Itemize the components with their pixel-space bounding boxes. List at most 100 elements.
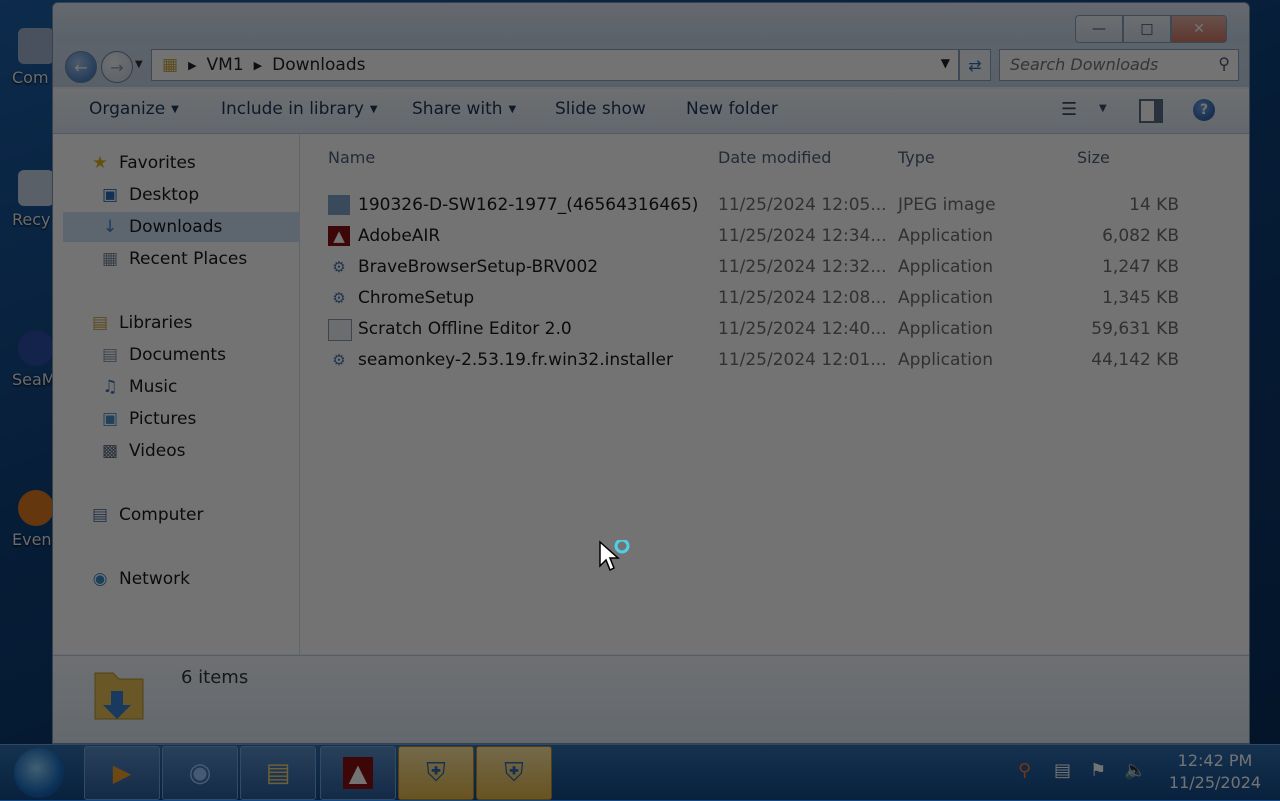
file-type: Application [898, 226, 993, 246]
file-row[interactable]: ⚙ BraveBrowserSetup-BRV002 11/25/2024 12… [300, 251, 1249, 282]
close-icon: ✕ [1193, 21, 1205, 37]
nav-recent-places-label: Recent Places [129, 249, 248, 269]
share-with-menu[interactable]: Share with ▼ [412, 99, 516, 119]
file-row[interactable]: 190326-D-SW162-1977_(46564316465) 11/25/… [300, 189, 1249, 220]
chevron-down-icon: ▼ [171, 104, 179, 115]
desktop-icon-label: Recy [12, 210, 51, 229]
nav-music[interactable]: ♫ Music [99, 372, 177, 402]
desktop-icon-computer[interactable]: Com [0, 28, 60, 98]
breadcrumb-chevron-icon[interactable]: ▶ [254, 59, 262, 72]
action-center-flag-icon[interactable]: ⚑ [1090, 760, 1106, 781]
nav-pictures-label: Pictures [129, 409, 197, 429]
breadcrumb-vm1[interactable]: VM1 [207, 55, 244, 75]
nav-computer-label: Computer [119, 505, 204, 525]
breadcrumb-chevron-icon[interactable]: ▶ [188, 59, 196, 72]
navigation-pane: ★ Favorites ▣ Desktop ↓ Downloads ▦ Recent P… [53, 134, 300, 654]
application-icon [328, 319, 352, 341]
column-header-type[interactable]: Type [898, 148, 935, 167]
nav-downloads[interactable]: ↓ Downloads [63, 212, 299, 242]
nav-music-label: Music [129, 377, 178, 397]
search-icon[interactable]: ⚲ [1218, 54, 1230, 73]
share-with-label: Share with [412, 99, 503, 119]
clock-date: 11/25/2024 [1168, 773, 1262, 792]
minimize-button[interactable]: — [1075, 15, 1123, 43]
desktop-icon-events[interactable]: Even [0, 490, 60, 560]
libraries-icon: ▤ [91, 313, 109, 333]
busy-cursor-icon [599, 540, 630, 572]
file-row[interactable]: Scratch Offline Editor 2.0 11/25/2024 12… [300, 313, 1249, 344]
recent-pages-dropdown[interactable]: ▼ [135, 59, 143, 70]
nav-network-label: Network [119, 569, 190, 589]
file-type: Application [898, 288, 993, 308]
folder-icon: ▤ [265, 758, 291, 788]
back-arrow-icon: ← [74, 57, 88, 77]
file-type: Application [898, 350, 993, 370]
videos-icon: ▩ [101, 441, 119, 461]
volume-muted-icon[interactable]: 🔈 [1124, 760, 1146, 781]
help-icon[interactable]: ? [1193, 99, 1215, 121]
clock-time: 12:42 PM [1177, 751, 1253, 770]
search-input[interactable] [1000, 50, 1210, 78]
include-in-library-menu[interactable]: Include in library ▼ [221, 99, 378, 119]
desktop-icon: ▣ [101, 185, 119, 205]
column-header-size[interactable]: Size [1077, 148, 1110, 167]
column-header-name[interactable]: Name [328, 148, 375, 167]
title-bar[interactable]: — □ ✕ [53, 3, 1249, 43]
music-icon: ♫ [102, 377, 118, 397]
taskbar-installer-2[interactable]: ⛨ [476, 746, 552, 800]
desktop-icon-label: SeaM [12, 370, 56, 389]
file-name: seamonkey-2.53.19.fr.win32.installer [358, 350, 673, 370]
recycle-bin-icon [18, 170, 54, 206]
refresh-button[interactable]: ⇄ [959, 49, 991, 81]
file-row[interactable]: ▲ AdobeAIR 11/25/2024 12:34... Applicati… [300, 220, 1249, 251]
nav-desktop-label: Desktop [129, 185, 200, 205]
file-size: 1,345 KB [1102, 288, 1179, 308]
organize-menu[interactable]: Organize ▼ [89, 99, 179, 119]
computer-icon [18, 28, 54, 64]
explorer-window: — □ ✕ ← → ▼ ▦ ▶ VM1 ▶ Downloads ▼ ⇄ ⚲ Or… [52, 2, 1250, 744]
nav-libraries[interactable]: ▤ Libraries [89, 308, 192, 338]
network-tray-icon[interactable]: ▤ [1054, 760, 1071, 781]
start-button[interactable] [14, 748, 64, 798]
taskbar-explorer[interactable]: ▤ [240, 746, 316, 800]
file-type: Application [898, 257, 993, 277]
close-button[interactable]: ✕ [1171, 15, 1227, 43]
nav-desktop[interactable]: ▣ Desktop [99, 180, 199, 210]
slide-show-button[interactable]: Slide show [555, 99, 646, 119]
nav-network[interactable]: ◉ Network [89, 564, 190, 594]
new-folder-button[interactable]: New folder [686, 99, 778, 119]
taskbar-media-player[interactable]: ▶ [84, 746, 160, 800]
taskbar-installer-1[interactable]: ⛨ [398, 746, 474, 800]
file-row[interactable]: ⚙ ChromeSetup 11/25/2024 12:08... Applic… [300, 282, 1249, 313]
nav-videos[interactable]: ▩ Videos [99, 436, 186, 466]
maximize-button[interactable]: □ [1123, 15, 1171, 43]
taskbar-adobe-air[interactable]: ▲ [320, 746, 396, 800]
tray-search-icon[interactable]: ⚲ [1018, 760, 1031, 781]
recent-places-icon: ▦ [101, 249, 119, 269]
installer-icon: ⚙ [332, 289, 346, 307]
nav-computer[interactable]: ▤ Computer [89, 500, 204, 530]
preview-pane-icon[interactable] [1139, 99, 1163, 123]
desktop-icon-seamonkey[interactable]: SeaM [0, 330, 60, 400]
breadcrumb-downloads[interactable]: Downloads [272, 55, 365, 75]
nav-recent-places[interactable]: ▦ Recent Places [99, 244, 247, 274]
nav-documents[interactable]: ▤ Documents [99, 340, 226, 370]
change-view-icon[interactable]: ☰ [1061, 99, 1085, 120]
nav-favorites[interactable]: ★ Favorites [89, 148, 195, 178]
system-clock[interactable]: 12:42 PM 11/25/2024 [1160, 750, 1270, 794]
desktop-icon-recycle-bin[interactable]: Recy [0, 170, 60, 240]
view-options-dropdown-icon[interactable]: ▼ [1099, 103, 1107, 114]
nav-pictures[interactable]: ▣ Pictures [99, 404, 196, 434]
search-box[interactable]: ⚲ [999, 49, 1239, 81]
forward-button[interactable]: → [101, 51, 133, 83]
file-row[interactable]: ⚙ seamonkey-2.53.19.fr.win32.installer 1… [300, 344, 1249, 375]
file-date: 11/25/2024 12:40... [718, 319, 887, 339]
file-name: AdobeAIR [358, 226, 441, 246]
address-dropdown-icon[interactable]: ▼ [941, 56, 950, 70]
file-date: 11/25/2024 12:08... [718, 288, 887, 308]
column-header-date-modified[interactable]: Date modified [718, 148, 831, 167]
taskbar-seamonkey[interactable]: ◉ [162, 746, 238, 800]
documents-icon: ▤ [101, 345, 119, 365]
back-button[interactable]: ← [65, 51, 97, 83]
address-bar[interactable]: ▦ ▶ VM1 ▶ Downloads ▼ [151, 49, 959, 81]
